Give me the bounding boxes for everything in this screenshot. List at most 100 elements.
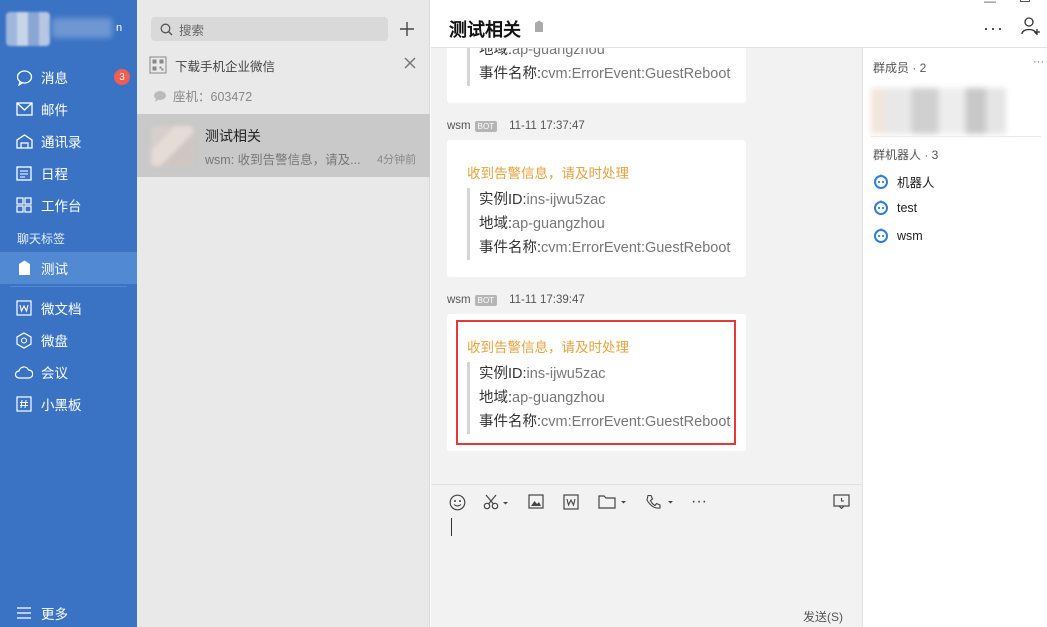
nav-item-messages[interactable]: 消息 3 [0, 61, 137, 93]
message-time: 11-11 17:37:47 [509, 120, 585, 132]
text-caret [451, 518, 452, 536]
emoji-button[interactable] [449, 494, 466, 511]
send-button[interactable]: 发送(S) [803, 608, 843, 625]
folder-icon [598, 495, 626, 509]
nav-item-meeting[interactable]: 会议 [0, 356, 137, 388]
conversation-item-selected[interactable]: 测试相关 wsm: 收到告警信息，请及... 4分钟前 [137, 114, 430, 177]
nav-item-mail[interactable]: 邮件 [0, 93, 137, 125]
bot-item[interactable]: 机器人 [873, 172, 935, 191]
nav-item-label: 小黑板 [41, 398, 82, 413]
nav-item-label: 微盘 [41, 334, 68, 349]
message-input[interactable]: 发送(S) [431, 518, 862, 627]
history-icon [833, 494, 850, 509]
conversation-time: 4分钟前 [377, 154, 417, 166]
chat-panel: 地域:ap-guangzhou 事件名称:cvm:ErrorEvent:Gues… [431, 0, 862, 627]
image-icon [528, 494, 544, 509]
bot-item[interactable]: wsm [873, 228, 923, 243]
screenshot-button[interactable] [483, 494, 509, 510]
conversation-list-panel: 搜索 下载手机企业微信 座机：603472 测试相关 wsm: 收到告警信息，请… [137, 0, 430, 627]
minimize-button[interactable]: — [984, 0, 996, 8]
contacts-icon [14, 131, 34, 151]
doc-w-icon [14, 298, 34, 318]
event-line: 事件名称:cvm:ErrorEvent:GuestReboot [479, 66, 731, 82]
file-button[interactable] [598, 494, 628, 509]
nav-item-label: 测试 [41, 262, 68, 277]
nav-item-contacts[interactable]: 通讯录 [0, 125, 137, 157]
bot-item[interactable]: test [873, 200, 917, 215]
add-member-button[interactable] [1021, 16, 1041, 39]
nav-tag-item-test[interactable]: 测试 [0, 252, 137, 284]
group-members-title: 群成员 · 2 [873, 61, 927, 75]
tag-icon [14, 258, 34, 278]
nav-item-drive[interactable]: 微盘 [0, 324, 137, 356]
image-button[interactable] [528, 494, 544, 509]
calendar-icon [14, 163, 34, 183]
plus-icon [400, 22, 414, 36]
nav-item-calendar[interactable]: 日程 [0, 157, 137, 189]
group-bots-title: 群机器人 · 3 [873, 148, 939, 162]
call-button[interactable] [645, 494, 675, 510]
nav-divider [10, 286, 127, 287]
message-area[interactable]: 地域:ap-guangzhou 事件名称:cvm:ErrorEvent:Gues… [431, 48, 862, 484]
members-more-button[interactable]: ··· [1033, 56, 1044, 68]
emoji-icon [449, 494, 466, 511]
message-time: 11-11 17:39:47 [509, 294, 585, 306]
event-line: 事件名称:cvm:ErrorEvent:GuestReboot [479, 240, 731, 256]
add-button[interactable] [397, 17, 417, 41]
nav-item-label: 工作台 [41, 199, 82, 214]
qr-code-icon [149, 56, 167, 74]
maximize-button[interactable] [1020, 0, 1030, 2]
chat-bubble-icon [14, 67, 34, 87]
sender-name[interactable]: wsm [447, 120, 471, 132]
more-tools-button[interactable]: ··· [691, 493, 707, 511]
nav-item-docs[interactable]: 微文档 [0, 292, 137, 324]
region-line: 地域:ap-guangzhou [479, 48, 605, 58]
nav-item-label: 日程 [41, 167, 68, 182]
chat-history-button[interactable] [833, 494, 850, 509]
doc-button[interactable] [563, 494, 579, 510]
left-nav: n 消息 3 邮件 通讯录 日程 工作台 聊天标签 测试 微文档 微盘 会议 小… [0, 0, 137, 627]
nav-item-label: 邮件 [41, 103, 68, 118]
profile[interactable]: n [6, 10, 131, 46]
search-input[interactable]: 搜索 [151, 17, 388, 41]
message-card[interactable]: 收到告警信息，请及时处理 实例ID:ins-ijwu5zac 地域:ap-gua… [447, 140, 746, 277]
conversation-title: 测试相关 [205, 128, 261, 144]
message-meta: wsm BOT 11-11 17:39:47 [447, 294, 585, 306]
robot-icon [873, 228, 889, 243]
avatar[interactable] [6, 12, 50, 46]
instance-line: 实例ID:ins-ijwu5zac [479, 192, 606, 208]
bot-name: test [897, 200, 918, 215]
bot-name: wsm [897, 228, 923, 243]
grid-icon [14, 195, 34, 215]
nav-item-label: 通讯录 [41, 135, 82, 150]
add-person-icon [1021, 17, 1040, 35]
landline-text: 座机：603472 [173, 90, 253, 104]
download-app-bar[interactable]: 下载手机企业微信 [137, 52, 430, 78]
close-download-bar-button[interactable] [403, 56, 419, 72]
conversation-preview: wsm: 收到告警信息，请及... [205, 153, 361, 167]
member-avatars-redacted[interactable] [871, 88, 1006, 134]
chat-header: 测试相关 — ··· [431, 0, 1047, 48]
panel-divider [871, 136, 1041, 137]
mail-icon [14, 99, 34, 119]
nav-item-blackboard[interactable]: 小黑板 [0, 388, 137, 420]
tag-icon[interactable] [534, 20, 544, 36]
nav-item-label: 消息 [41, 71, 68, 86]
robot-icon [873, 174, 889, 189]
more-options-button[interactable]: ··· [983, 18, 1004, 39]
bot-tag: BOT [474, 120, 498, 132]
search-icon [160, 23, 173, 36]
hamburger-icon [14, 603, 34, 623]
nav-item-workbench[interactable]: 工作台 [0, 189, 137, 221]
bot-tag: BOT [474, 294, 498, 306]
member-panel: 群成员 · 2 ··· 群机器人 · 3 机器人 test wsm [862, 48, 1047, 627]
message-card-partial: 地域:ap-guangzhou 事件名称:cvm:ErrorEvent:Gues… [447, 48, 746, 103]
sender-name[interactable]: wsm [447, 294, 471, 306]
speech-bubble-icon [153, 90, 167, 102]
close-icon [404, 57, 416, 69]
bot-name: 机器人 [897, 176, 935, 190]
nav-item-more[interactable]: 更多 [0, 597, 137, 627]
unread-badge: 3 [114, 69, 130, 85]
message-quote: 实例ID:ins-ijwu5zac 地域:ap-guangzhou 事件名称:c… [467, 188, 730, 260]
download-app-text: 下载手机企业微信 [175, 59, 276, 74]
